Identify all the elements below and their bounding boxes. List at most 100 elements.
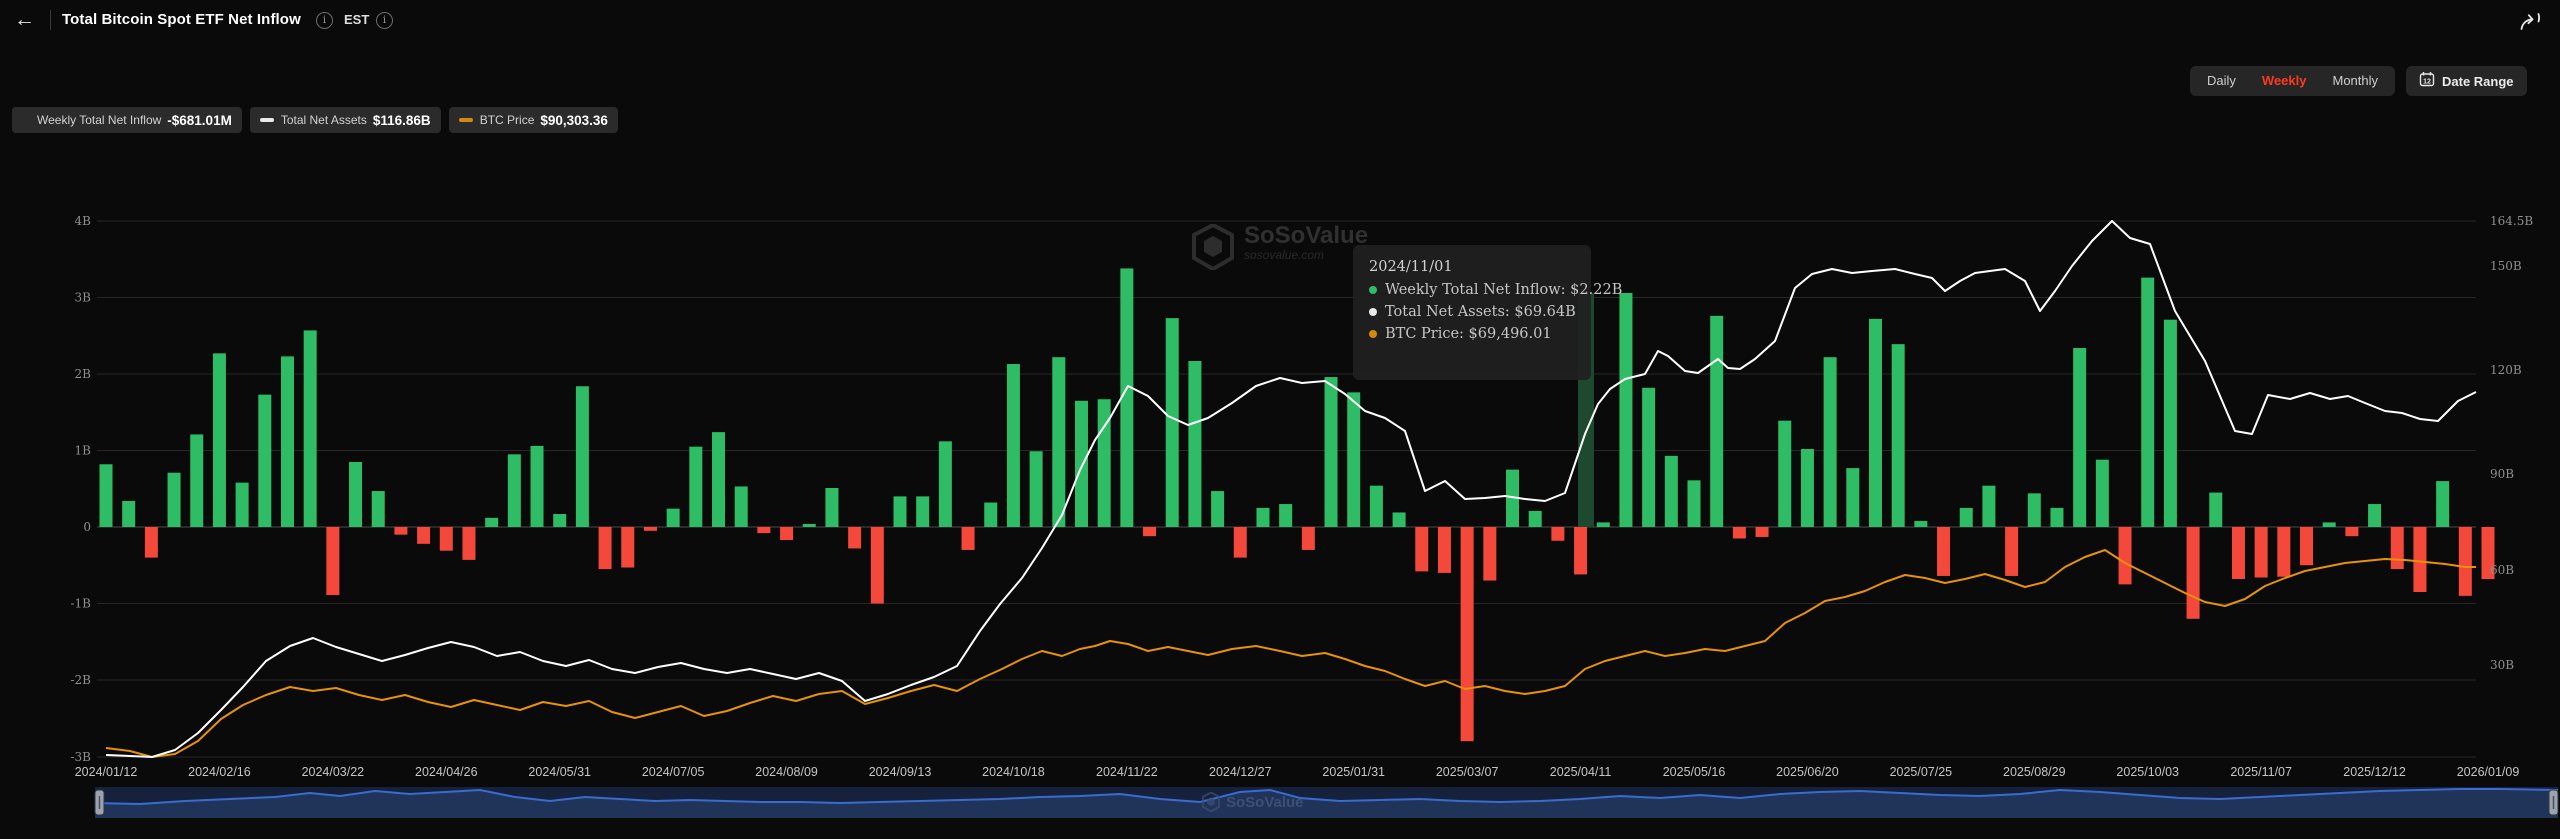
inflow-bar[interactable] <box>1551 527 1564 541</box>
inflow-bar[interactable] <box>2413 527 2426 592</box>
etf-inflow-chart[interactable]: 4B3B2B1B0-1B-2B-3B164.5B150B120B90B60B30… <box>0 0 2560 839</box>
inflow-bar[interactable] <box>1642 388 1655 527</box>
inflow-bar[interactable] <box>2050 508 2063 527</box>
inflow-bar[interactable] <box>1574 527 1587 574</box>
inflow-bar[interactable] <box>553 514 566 527</box>
inflow-bar[interactable] <box>599 527 612 569</box>
inflow-bar[interactable] <box>667 509 680 527</box>
inflow-bar[interactable] <box>984 503 997 527</box>
inflow-bar[interactable] <box>1347 392 1360 527</box>
inflow-bar[interactable] <box>2323 522 2336 527</box>
inflow-bar[interactable] <box>1982 486 1995 527</box>
inflow-bar[interactable] <box>1075 401 1088 527</box>
inflow-bar[interactable] <box>1733 527 1746 538</box>
inflow-bar[interactable] <box>2391 527 2404 569</box>
inflow-bar[interactable] <box>1143 527 1156 536</box>
inflow-bar[interactable] <box>1302 527 1315 550</box>
inflow-bar[interactable] <box>576 386 589 527</box>
inflow-bar[interactable] <box>326 527 339 595</box>
inflow-bar[interactable] <box>962 527 975 550</box>
inflow-bar[interactable] <box>1483 527 1496 581</box>
inflow-bar[interactable] <box>1597 522 1610 527</box>
inflow-bar[interactable] <box>2028 493 2041 527</box>
inflow-bar[interactable] <box>848 527 861 548</box>
inflow-bar[interactable] <box>531 446 544 527</box>
inflow-bar[interactable] <box>803 524 816 527</box>
inflow-bar[interactable] <box>2368 504 2381 527</box>
inflow-bar[interactable] <box>2005 527 2018 576</box>
inflow-bar[interactable] <box>1824 357 1837 527</box>
inflow-bar[interactable] <box>1393 512 1406 527</box>
inflow-bar[interactable] <box>1052 357 1065 527</box>
inflow-bar[interactable] <box>213 353 226 527</box>
inflow-bar[interactable] <box>2119 527 2132 584</box>
inflow-bar[interactable] <box>2096 460 2109 527</box>
inflow-bar[interactable] <box>2459 527 2472 596</box>
inflow-bar[interactable] <box>2277 527 2290 577</box>
inflow-bar[interactable] <box>394 527 407 535</box>
inflow-bar[interactable] <box>871 527 884 604</box>
inflow-bar[interactable] <box>780 527 793 540</box>
inflow-bar[interactable] <box>2141 278 2154 527</box>
inflow-bar[interactable] <box>916 496 929 527</box>
inflow-bar[interactable] <box>1937 527 1950 576</box>
inflow-bar[interactable] <box>304 330 317 527</box>
inflow-bar[interactable] <box>825 488 838 527</box>
inflow-bar[interactable] <box>1030 451 1043 527</box>
inflow-bar[interactable] <box>689 447 702 527</box>
inflow-bar[interactable] <box>258 395 271 527</box>
inflow-bar[interactable] <box>372 491 385 527</box>
inflow-bar[interactable] <box>757 527 770 533</box>
inflow-bar[interactable] <box>621 527 634 568</box>
inflow-bar[interactable] <box>894 496 907 527</box>
inflow-bar[interactable] <box>1960 508 1973 527</box>
inflow-bar[interactable] <box>2073 348 2086 527</box>
inflow-bar[interactable] <box>2232 527 2245 579</box>
inflow-bar[interactable] <box>1892 344 1905 527</box>
inflow-bar[interactable] <box>2345 527 2358 536</box>
inflow-bar[interactable] <box>485 518 498 527</box>
inflow-bar[interactable] <box>1188 361 1201 527</box>
inflow-bar[interactable] <box>1869 319 1882 527</box>
inflow-bar[interactable] <box>1007 364 1020 527</box>
inflow-bar[interactable] <box>1529 511 1542 527</box>
inflow-bar[interactable] <box>1846 468 1859 527</box>
inflow-bar[interactable] <box>1438 527 1451 573</box>
inflow-bar[interactable] <box>1370 486 1383 527</box>
inflow-bar[interactable] <box>1325 377 1338 527</box>
inflow-bar[interactable] <box>2300 527 2313 565</box>
inflow-bar[interactable] <box>1279 504 1292 527</box>
inflow-bar[interactable] <box>1461 527 1474 741</box>
inflow-bar[interactable] <box>2436 481 2449 527</box>
inflow-bar[interactable] <box>1665 456 1678 527</box>
inflow-bar[interactable] <box>1256 508 1269 527</box>
inflow-bar[interactable] <box>281 356 294 527</box>
inflow-bar[interactable] <box>2209 493 2222 527</box>
inflow-bar[interactable] <box>2255 527 2268 577</box>
inflow-bar[interactable] <box>712 432 725 527</box>
inflow-bar[interactable] <box>644 527 657 531</box>
inflow-bar[interactable] <box>190 434 203 527</box>
inflow-bar[interactable] <box>349 462 362 527</box>
inflow-bar[interactable] <box>1166 318 1179 527</box>
inflow-bar[interactable] <box>1914 521 1927 527</box>
inflow-bar[interactable] <box>1710 316 1723 527</box>
inflow-bar[interactable] <box>1211 491 1224 527</box>
inflow-bar[interactable] <box>1688 480 1701 527</box>
inflow-bar[interactable] <box>2187 527 2200 619</box>
inflow-bar[interactable] <box>1756 527 1769 537</box>
inflow-bar[interactable] <box>168 473 181 527</box>
inflow-bar[interactable] <box>939 441 952 527</box>
inflow-bar[interactable] <box>1778 421 1791 527</box>
inflow-bar[interactable] <box>508 454 521 527</box>
inflow-bar[interactable] <box>122 501 135 527</box>
inflow-bar[interactable] <box>462 527 475 560</box>
inflow-bar[interactable] <box>1415 527 1428 571</box>
inflow-bar[interactable] <box>1234 527 1247 558</box>
inflow-bar[interactable] <box>1619 293 1632 527</box>
inflow-bar[interactable] <box>1801 449 1814 527</box>
inflow-bar[interactable] <box>440 527 453 551</box>
inflow-bar[interactable] <box>735 486 748 527</box>
inflow-bar[interactable] <box>236 483 249 527</box>
inflow-bar[interactable] <box>145 527 158 558</box>
